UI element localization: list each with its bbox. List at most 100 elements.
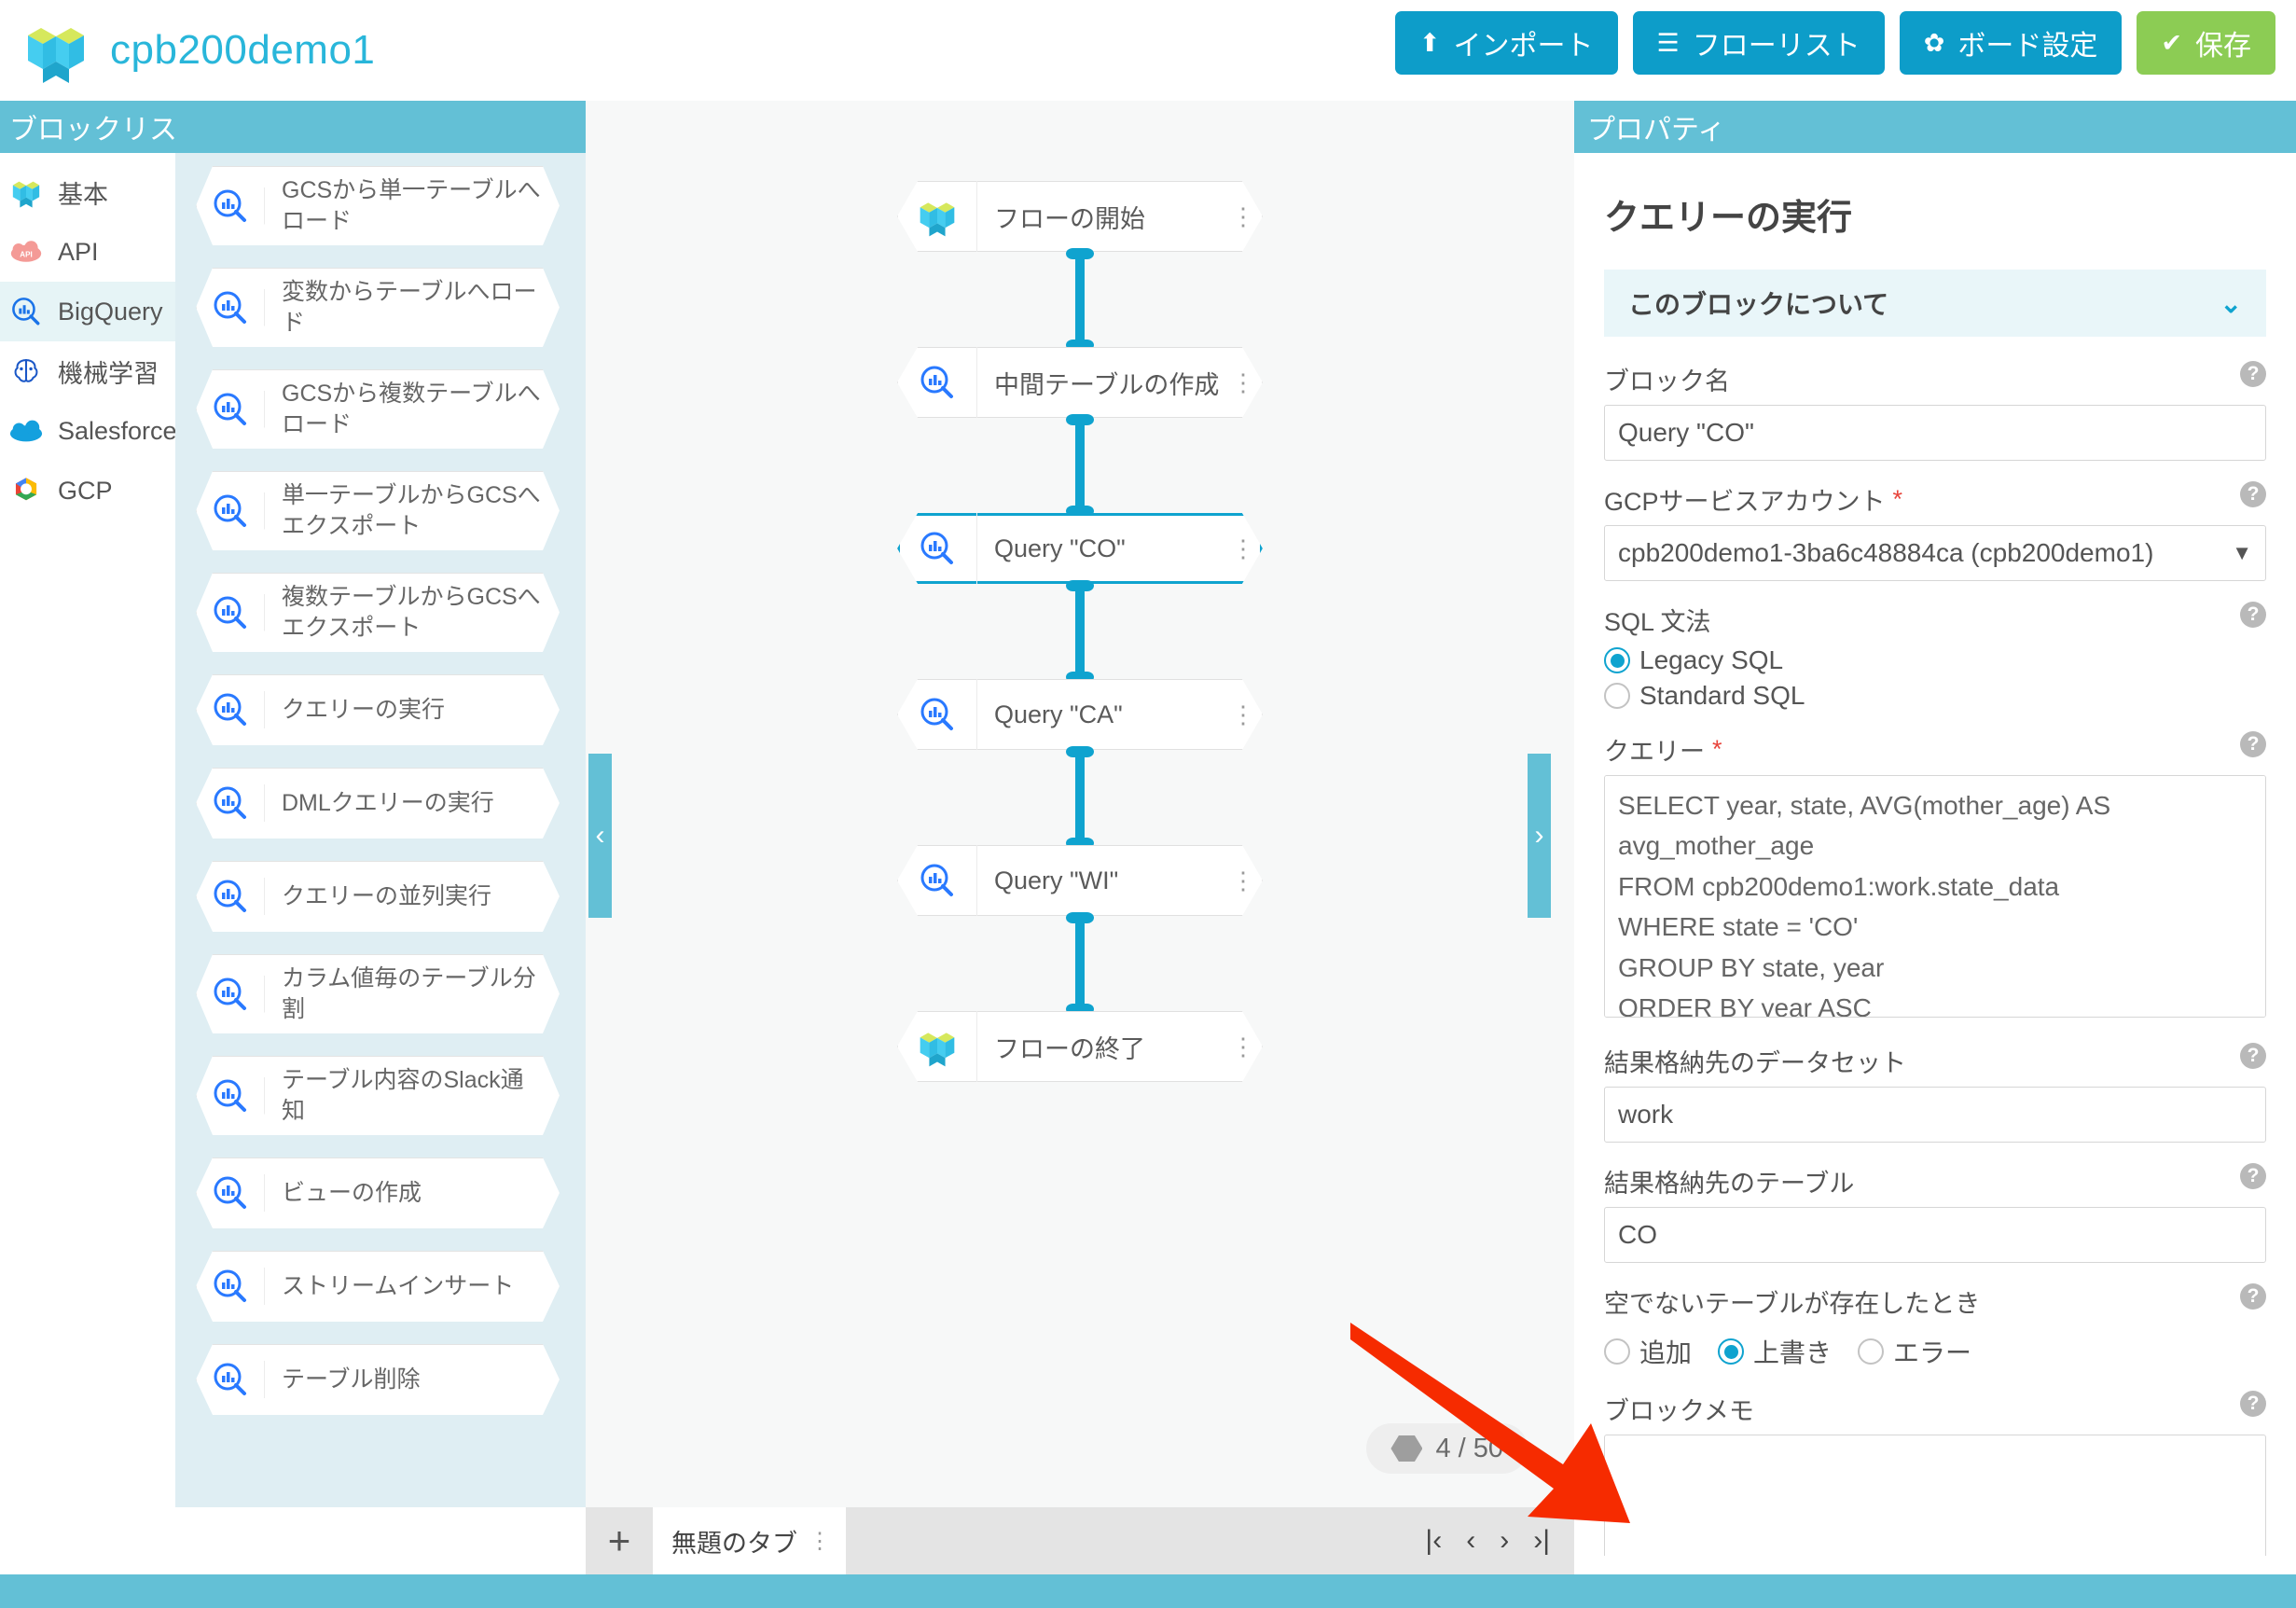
flow-canvas[interactable]: フローの開始 ⋮ 中間テーブルの作成 ⋮ Query "CO" ⋮ Query "CA… bbox=[586, 101, 1574, 1507]
properties-panel: プロパティ クエリーの実行 このブロックについて ⌄ ブロック名 ? GCPサー… bbox=[1574, 101, 2296, 1556]
help-icon[interactable]: ? bbox=[2240, 1163, 2266, 1189]
bigquery-icon bbox=[196, 1174, 265, 1212]
bottom-left-filler bbox=[0, 1507, 586, 1574]
radio-legacy-sql[interactable]: Legacy SQL bbox=[1604, 645, 2266, 675]
flow-node-menu-icon[interactable]: ⋮ bbox=[1224, 700, 1263, 729]
sidebar-item-label: Salesforce bbox=[58, 416, 177, 445]
gcp-service-account-label-text: GCPサービスアカウント bbox=[1604, 488, 1886, 516]
sidebar-item-salesforce[interactable]: Salesforce bbox=[0, 401, 177, 461]
canvas-tab-bar: + 無題のタブ ⋮ |‹ ‹ › ›| bbox=[586, 1507, 1574, 1574]
radio-standard-sql-input[interactable] bbox=[1604, 683, 1630, 709]
block-list-item[interactable]: ストリームインサート bbox=[196, 1251, 560, 1322]
flow-node-label: 中間テーブルの作成 bbox=[994, 370, 1220, 399]
flow-node-menu-icon[interactable]: ⋮ bbox=[1224, 534, 1263, 563]
flow-node-menu-icon[interactable]: ⋮ bbox=[1224, 368, 1263, 397]
flow-connector bbox=[1066, 414, 1094, 517]
radio-append[interactable]: 追加 bbox=[1604, 1333, 1692, 1370]
sidebar-item-api[interactable]: API API bbox=[0, 222, 175, 282]
block-list-item[interactable]: クエリーの実行 bbox=[196, 674, 560, 745]
required-asterisk: * bbox=[1892, 485, 1903, 513]
radio-error[interactable]: エラー bbox=[1858, 1333, 1971, 1370]
about-block-accordion-label: このブロックについて bbox=[1628, 290, 1889, 319]
board-settings-button-label: ボード設定 bbox=[1957, 31, 2098, 62]
sidebar-item-label: BigQuery bbox=[58, 297, 163, 326]
sidebar-item-gcp[interactable]: GCP bbox=[0, 461, 175, 520]
sidebar-item-machine-learning[interactable]: 機械学習 bbox=[0, 341, 175, 401]
help-icon[interactable]: ? bbox=[2240, 361, 2266, 387]
flow-node[interactable]: Query "CA" ⋮ bbox=[897, 679, 1263, 750]
tab-untitled[interactable]: 無題のタブ ⋮ bbox=[653, 1507, 846, 1574]
block-list-item[interactable]: DMLクエリーの実行 bbox=[196, 768, 560, 839]
import-button-label: インポート bbox=[1453, 31, 1594, 62]
flow-node[interactable]: フローの開始 ⋮ bbox=[897, 181, 1263, 252]
block-list-item[interactable]: 複数テーブルからGCSへエクスポート bbox=[196, 573, 560, 652]
radio-standard-sql-label: Standard SQL bbox=[1639, 681, 1805, 710]
block-list-item[interactable]: クエリーの並列実行 bbox=[196, 861, 560, 932]
radio-append-input[interactable] bbox=[1604, 1338, 1630, 1365]
block-name-input[interactable] bbox=[1604, 405, 2266, 461]
help-icon[interactable]: ? bbox=[2240, 1043, 2266, 1069]
dest-dataset-input[interactable] bbox=[1604, 1087, 2266, 1143]
bigquery-icon bbox=[897, 845, 977, 916]
radio-legacy-sql-input[interactable] bbox=[1604, 647, 1630, 673]
radio-overwrite-input[interactable] bbox=[1718, 1338, 1745, 1365]
sidebar-item-basic[interactable]: 基本 bbox=[0, 162, 175, 222]
tab-menu-icon[interactable]: ⋮ bbox=[809, 1528, 831, 1555]
block-list-item[interactable]: GCSから複数テーブルへロード bbox=[196, 369, 560, 449]
flow-node[interactable]: Query "WI" ⋮ bbox=[897, 845, 1263, 916]
sidebar-item-bigquery[interactable]: BigQuery bbox=[0, 282, 175, 341]
non-empty-table-options: 追加 上書き エラー bbox=[1604, 1327, 2266, 1370]
flow-node[interactable]: フローの終了 ⋮ bbox=[897, 1011, 1263, 1082]
about-block-accordion[interactable]: このブロックについて ⌄ bbox=[1604, 270, 2266, 337]
gcp-icon bbox=[7, 472, 45, 509]
help-icon[interactable]: ? bbox=[2240, 731, 2266, 757]
flow-node-menu-icon[interactable]: ⋮ bbox=[1224, 866, 1263, 895]
block-list-item[interactable]: 単一テーブルからGCSへエクスポート bbox=[196, 471, 560, 550]
bigquery-icon bbox=[897, 679, 977, 750]
upload-icon: ⬆ bbox=[1418, 28, 1441, 57]
pager-last-icon[interactable]: ›| bbox=[1533, 1525, 1550, 1557]
help-icon[interactable]: ? bbox=[2240, 1283, 2266, 1310]
help-icon[interactable]: ? bbox=[2240, 481, 2266, 507]
bigquery-icon bbox=[196, 1077, 265, 1115]
flow-node-selected[interactable]: Query "CO" ⋮ bbox=[897, 513, 1263, 584]
save-button[interactable]: ✔ 保存 bbox=[2137, 11, 2275, 75]
block-list-item[interactable]: 変数からテーブルへロード bbox=[196, 268, 560, 347]
block-list-item[interactable]: GCSから単一テーブルへロード bbox=[196, 166, 560, 245]
flow-node-menu-icon[interactable]: ⋮ bbox=[1224, 202, 1263, 231]
radio-standard-sql[interactable]: Standard SQL bbox=[1604, 681, 2266, 711]
flow-connector bbox=[1066, 580, 1094, 683]
pager-prev-icon[interactable]: ‹ bbox=[1466, 1525, 1475, 1557]
collapse-left-panel-handle[interactable]: ‹ bbox=[588, 754, 612, 918]
bigquery-icon bbox=[897, 347, 977, 418]
help-icon[interactable]: ? bbox=[2240, 602, 2266, 628]
gcp-service-account-select[interactable]: cpb200demo1-3ba6c48884ca (cpb200demo1) ▼ bbox=[1604, 525, 2266, 581]
import-button[interactable]: ⬆ インポート bbox=[1394, 11, 1618, 75]
block-list-item[interactable]: テーブル内容のSlack通知 bbox=[196, 1056, 560, 1135]
collapse-right-panel-handle[interactable]: › bbox=[1528, 754, 1551, 918]
flow-connector bbox=[1066, 912, 1094, 1015]
radio-error-input[interactable] bbox=[1858, 1338, 1885, 1365]
add-tab-button[interactable]: + bbox=[586, 1507, 653, 1574]
pager-first-icon[interactable]: |‹ bbox=[1425, 1525, 1442, 1557]
chevron-down-icon: ⌄ bbox=[2220, 288, 2242, 318]
pager-next-icon[interactable]: › bbox=[1500, 1525, 1509, 1557]
block-list-item[interactable]: ビューの作成 bbox=[196, 1157, 560, 1228]
sidebar-item-label: 基本 bbox=[58, 180, 108, 209]
query-textarea[interactable] bbox=[1604, 775, 2266, 1018]
hexagon-count-icon bbox=[1390, 1435, 1423, 1462]
radio-overwrite[interactable]: 上書き bbox=[1718, 1333, 1832, 1370]
board-settings-button[interactable]: ✿ ボード設定 bbox=[1899, 11, 2123, 75]
sidebar-item-label: GCP bbox=[58, 476, 113, 505]
dest-table-input[interactable] bbox=[1604, 1207, 2266, 1263]
flow-list-button[interactable]: ☰ フローリスト bbox=[1632, 11, 1885, 75]
block-memo-textarea[interactable] bbox=[1604, 1435, 2266, 1556]
block-list-item[interactable]: テーブル削除 bbox=[196, 1344, 560, 1415]
flow-node[interactable]: 中間テーブルの作成 ⋮ bbox=[897, 347, 1263, 418]
block-category-list: 基本 API API BigQuery 機械学習 Salesforce GCP bbox=[0, 153, 177, 520]
help-icon[interactable]: ? bbox=[2240, 1391, 2266, 1417]
flow-nodes: フローの開始 ⋮ 中間テーブルの作成 ⋮ Query "CO" ⋮ Query "CA… bbox=[586, 101, 1574, 1507]
block-list-item[interactable]: カラム値毎のテーブル分割 bbox=[196, 954, 560, 1033]
radio-legacy-sql-label: Legacy SQL bbox=[1639, 645, 1784, 674]
flow-node-menu-icon[interactable]: ⋮ bbox=[1224, 1033, 1263, 1061]
